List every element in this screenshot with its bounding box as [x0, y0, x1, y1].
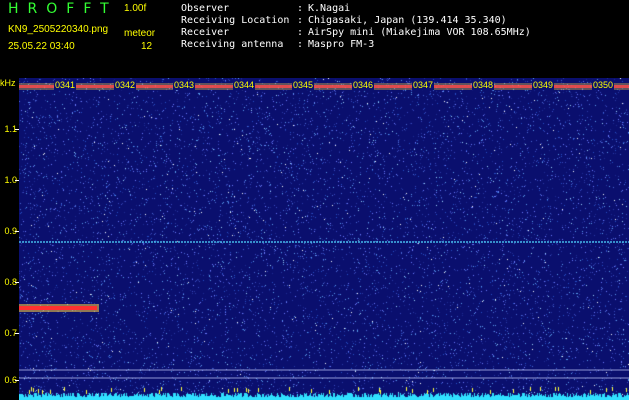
frequency-axis: kHz 1.1 1.0 0.9 0.8 0.7 0.6: [0, 78, 19, 400]
time-label: 0348: [472, 80, 495, 90]
event-count: 12: [141, 41, 153, 52]
meta-colon: :: [297, 27, 304, 38]
hrofft-window: HROFFT 1.00f KN9_2505220340.png 25.05.22…: [0, 0, 629, 400]
meteor-echo: [19, 306, 97, 310]
meta-label: Observer: [181, 3, 230, 14]
time-label: 0344: [233, 80, 256, 90]
time-label: 0349: [532, 80, 555, 90]
meta-colon: :: [297, 15, 304, 26]
time-label: 0345: [292, 80, 315, 90]
app-title: HROFFT: [8, 1, 118, 17]
meta-label: Receiving Location: [181, 15, 290, 26]
mode-label: meteor: [124, 28, 156, 39]
spectrogram-plot: 0341 0342 0343 0344 0345 0346 0347 0348 …: [19, 78, 629, 400]
meta-location: Receiving Location : Chigasaki, Japan (1…: [181, 15, 507, 27]
meta-colon: :: [297, 3, 304, 14]
meta-value: Chigasaki, Japan (139.414 35.340): [308, 15, 507, 26]
time-label: 0347: [412, 80, 435, 90]
time-label: 0350: [592, 80, 615, 90]
time-label: 0343: [173, 80, 196, 90]
meta-antenna: Receiving antenna : Maspro FM-3: [181, 39, 374, 51]
spectrogram-overlay: [19, 83, 629, 379]
file-name: KN9_2505220340.png: [8, 24, 109, 35]
meta-value: K.Nagai: [308, 3, 351, 14]
meta-observer: Observer : K.Nagai: [181, 3, 350, 15]
meta-receiver: Receiver : AirSpy mini (Miakejima VOR 10…: [181, 27, 531, 39]
time-label: 0341: [54, 80, 77, 90]
meta-value: Maspro FM-3: [308, 39, 375, 50]
capture-timestamp: 25.05.22 03:40: [8, 41, 75, 52]
app-version: 1.00f: [124, 3, 147, 14]
meta-value: AirSpy mini (Miakejima VOR 108.65MHz): [308, 27, 531, 38]
meta-colon: :: [297, 39, 304, 50]
time-label: 0342: [114, 80, 137, 90]
meta-label: Receiving antenna: [181, 39, 284, 50]
meta-label: Receiver: [181, 27, 230, 38]
axis-unit-label: kHz: [0, 78, 16, 88]
time-label: 0346: [352, 80, 375, 90]
